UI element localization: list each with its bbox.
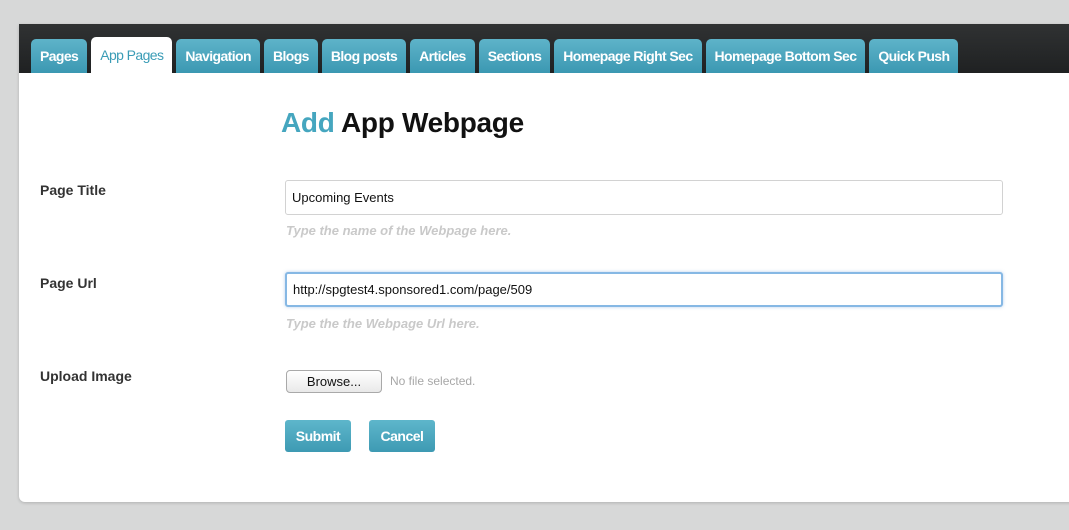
submit-button[interactable]: Submit <box>285 420 351 452</box>
admin-panel: Pages App Pages Navigation Blogs Blog posts A… <box>19 24 1069 502</box>
page-url-label: Page Url <box>40 275 97 291</box>
tab-homepage-bottom-sec[interactable]: Homepage Bottom Sec <box>705 39 866 73</box>
browse-button[interactable]: Browse... <box>286 370 382 393</box>
tab-app-pages[interactable]: App Pages <box>91 37 173 73</box>
page-url-hint: Type the the Webpage Url here. <box>286 316 480 331</box>
page-heading: Add App Webpage <box>281 107 524 139</box>
tab-bar: Pages App Pages Navigation Blogs Blog posts A… <box>19 24 1069 73</box>
tab-blogs[interactable]: Blogs <box>263 39 318 73</box>
heading-main: App Webpage <box>340 107 524 138</box>
tab-navigation[interactable]: Navigation <box>176 39 260 73</box>
page-title-input[interactable] <box>285 180 1003 215</box>
tab-sections[interactable]: Sections <box>478 39 551 73</box>
cancel-button[interactable]: Cancel <box>369 420 435 452</box>
tab-homepage-right-sec[interactable]: Homepage Right Sec <box>554 39 702 73</box>
tab-pages[interactable]: Pages <box>31 39 88 73</box>
upload-image-label: Upload Image <box>40 368 132 384</box>
page-title-label: Page Title <box>40 182 106 198</box>
file-status: No file selected. <box>390 374 476 388</box>
tab-articles[interactable]: Articles <box>410 39 475 73</box>
tab-list: Pages App Pages Navigation Blogs Blog posts A… <box>31 37 959 73</box>
page-url-input[interactable] <box>285 272 1003 307</box>
tab-quick-push[interactable]: Quick Push <box>869 39 959 73</box>
heading-accent: Add <box>281 107 335 138</box>
tab-blog-posts[interactable]: Blog posts <box>321 39 407 73</box>
page-title-hint: Type the name of the Webpage here. <box>286 223 512 238</box>
